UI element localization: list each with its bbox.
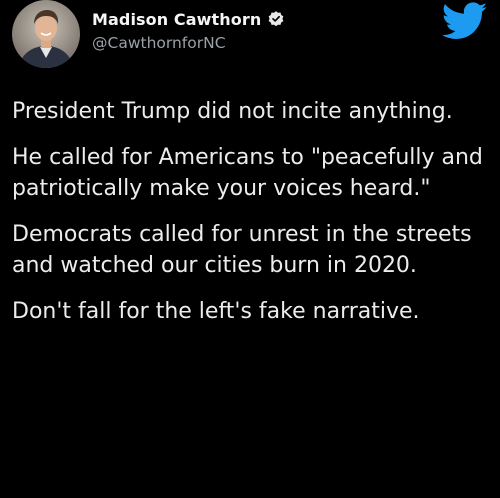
name-row: Madison Cawthorn — [92, 8, 285, 30]
author-handle[interactable]: @CawthornforNC — [92, 34, 285, 52]
author-identity: Madison Cawthorn @CawthornforNC — [92, 8, 285, 52]
avatar[interactable] — [12, 0, 80, 68]
verified-badge-icon — [267, 10, 285, 28]
tweet-paragraph-3: Democrats called for unrest in the stree… — [12, 221, 472, 279]
tweet-header: Madison Cawthorn @CawthornforNC — [12, 0, 488, 68]
twitter-bird-icon — [441, 2, 488, 42]
tweet-paragraph-4: Don't fall for the left's fake narrative… — [12, 298, 420, 324]
tweet-paragraph-2: He called for Americans to "peacefully a… — [12, 144, 483, 202]
tweet-paragraph-1: President Trump did not incite anything. — [12, 99, 453, 124]
author-display-name[interactable]: Madison Cawthorn — [92, 10, 261, 29]
tweet-card: Madison Cawthorn @CawthornforNC Presiden… — [0, 0, 500, 498]
tweet-body: President Trump did not incite anything.… — [12, 96, 496, 341]
